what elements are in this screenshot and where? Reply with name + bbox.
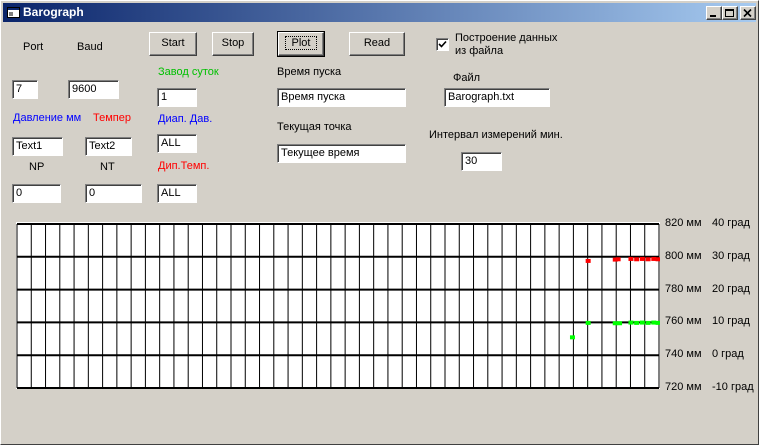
barograph-window: Barograph Port Baud 7 9600 Давление мм Т… bbox=[0, 0, 759, 445]
current-time-field[interactable]: Текущее время bbox=[277, 144, 406, 163]
close-button[interactable] bbox=[740, 6, 756, 20]
temperature-point bbox=[585, 320, 591, 325]
np-label: NP bbox=[29, 161, 45, 173]
read-button[interactable]: Read bbox=[349, 32, 405, 56]
temperature-point bbox=[628, 320, 634, 325]
start-button[interactable]: Start bbox=[149, 32, 197, 56]
close-icon bbox=[743, 9, 752, 18]
pressure-tick-label: 820 мм bbox=[665, 217, 702, 229]
temperature-tick-label: 20 град bbox=[712, 282, 750, 295]
pressure-point bbox=[651, 256, 657, 261]
pressure-point bbox=[628, 256, 634, 261]
pressure-point bbox=[645, 257, 651, 262]
start-time-label: Время пуска bbox=[277, 66, 342, 78]
pressure-tick-label: 780 мм bbox=[665, 282, 702, 295]
dip-temp-field[interactable]: ALL bbox=[157, 184, 197, 203]
temperature-point bbox=[639, 320, 645, 325]
temper-label: Темпер bbox=[93, 112, 131, 124]
pressure-point bbox=[655, 257, 660, 262]
barograph-chart bbox=[16, 222, 660, 389]
pressure-tick-label: 800 мм bbox=[665, 249, 702, 262]
current-point-label: Текущая точка bbox=[277, 121, 352, 133]
stop-button[interactable]: Stop bbox=[212, 32, 254, 56]
from-file-checkbox[interactable] bbox=[436, 38, 449, 51]
zavod-sutok-field[interactable]: 1 bbox=[157, 88, 197, 107]
pressure-mm-label: Давление мм bbox=[13, 112, 82, 124]
pressure-field[interactable]: Text1 bbox=[12, 137, 63, 156]
minimize-icon bbox=[710, 15, 716, 17]
temperature-tick-label: 40 град bbox=[712, 217, 750, 229]
chart-grid bbox=[16, 222, 660, 389]
app-icon bbox=[7, 7, 20, 18]
temperature-point bbox=[634, 320, 640, 325]
chart-background bbox=[16, 222, 660, 389]
temperature-tick-label: 30 град bbox=[712, 249, 750, 262]
temper-field[interactable]: Text2 bbox=[85, 137, 132, 156]
temperature-point bbox=[617, 321, 623, 326]
minimize-button[interactable] bbox=[706, 6, 722, 20]
dip-temp-label: Дип.Темп. bbox=[158, 160, 210, 172]
file-field[interactable]: Barograph.txt bbox=[444, 88, 550, 107]
temperature-point bbox=[569, 335, 575, 340]
zavod-sutok-label: Завод суток bbox=[158, 66, 219, 78]
plot-button-label: Plot bbox=[284, 36, 318, 50]
baud-label: Baud bbox=[77, 41, 103, 53]
port-field[interactable]: 7 bbox=[12, 80, 38, 99]
file-label: Файл bbox=[453, 72, 481, 84]
maximize-icon bbox=[725, 9, 734, 17]
temperature-point bbox=[655, 320, 660, 325]
temperature-tick-label: 0 град bbox=[712, 348, 744, 361]
plot-button[interactable]: Plot bbox=[277, 31, 325, 57]
from-file-label: Построение данных из файла bbox=[455, 32, 558, 57]
temperature-point bbox=[651, 320, 657, 325]
nt-label: NT bbox=[100, 161, 115, 173]
start-time-field[interactable]: Время пуска bbox=[277, 88, 406, 107]
temperature-tick-label: -10 град bbox=[712, 381, 754, 393]
window-title: Barograph bbox=[23, 5, 84, 19]
np-field[interactable]: 0 bbox=[12, 184, 61, 203]
pressure-point bbox=[585, 258, 591, 263]
baud-field[interactable]: 9600 bbox=[68, 80, 119, 99]
pressure-point bbox=[639, 256, 645, 261]
checkmark-icon bbox=[438, 40, 447, 48]
pressure-point bbox=[634, 257, 640, 262]
pressure-point bbox=[615, 257, 621, 262]
interval-label: Интервал измерений мин. bbox=[429, 129, 563, 141]
maximize-button[interactable] bbox=[722, 6, 738, 20]
diap-dav-field[interactable]: ALL bbox=[157, 134, 197, 153]
port-label: Port bbox=[23, 41, 44, 53]
interval-field[interactable]: 30 bbox=[461, 152, 502, 171]
temperature-point bbox=[612, 321, 618, 326]
pressure-tick-label: 720 мм bbox=[665, 381, 702, 393]
pressure-tick-label: 760 мм bbox=[665, 315, 702, 328]
temperature-tick-label: 10 град bbox=[712, 315, 750, 328]
temperature-point bbox=[645, 320, 651, 325]
nt-field[interactable]: 0 bbox=[85, 184, 142, 203]
title-bar[interactable]: Barograph bbox=[3, 3, 756, 22]
diap-dav-label: Диап. Дав. bbox=[158, 113, 213, 125]
pressure-tick-label: 740 мм bbox=[665, 348, 702, 361]
